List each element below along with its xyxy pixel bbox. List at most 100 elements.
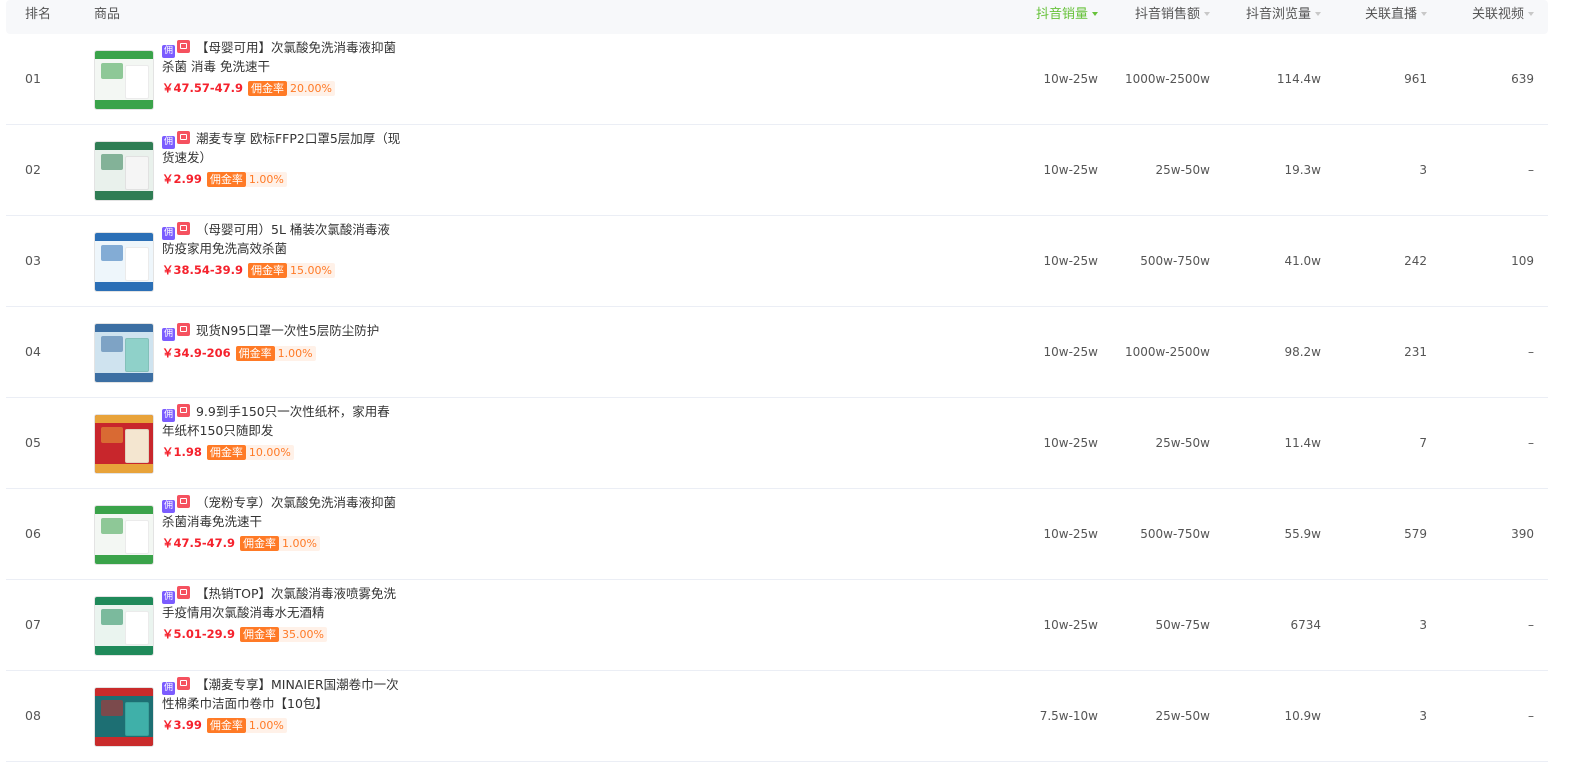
commission-tag-icon: 佣 bbox=[162, 136, 175, 149]
shop-bag-icon bbox=[177, 40, 190, 53]
rank-number: 08 bbox=[25, 708, 41, 723]
table-row[interactable]: 06 佣 （宠粉专享）次氯酸免洗消毒液抑菌 杀菌消毒免洗速干 ￥47.5-47.… bbox=[6, 489, 1548, 580]
commission-rate-value: 15.00% bbox=[287, 263, 335, 278]
column-header-revenue[interactable]: 抖音销售额 bbox=[1116, 0, 1210, 34]
product-price: ￥1.98 bbox=[162, 445, 202, 459]
commission-tag-icon: 佣 bbox=[162, 328, 175, 341]
commission-tag-icon: 佣 bbox=[162, 682, 175, 695]
column-header-rank: 排名 bbox=[25, 7, 52, 22]
commission-rate-value: 10.00% bbox=[245, 445, 294, 460]
video-cell: 390 bbox=[1511, 527, 1534, 541]
product-title: 【母婴可用】次氯酸免洗消毒液抑菌 杀菌 消毒 免洗速干 bbox=[162, 40, 396, 74]
column-header-sales[interactable]: 抖音销量 bbox=[1028, 0, 1098, 34]
commission-rate-label: 佣金率 bbox=[206, 172, 246, 187]
views-cell: 98.2w bbox=[1284, 345, 1321, 359]
product-title-line[interactable]: 佣 潮麦专享 欧标FFP2口罩5层加厚（现货速发） bbox=[162, 130, 402, 167]
sales-cell: 10w-25w bbox=[1043, 436, 1099, 450]
sort-caret-icon bbox=[1528, 11, 1534, 16]
product-title-line[interactable]: 佣 【母婴可用】次氯酸免洗消毒液抑菌 杀菌 消毒 免洗速干 bbox=[162, 39, 402, 76]
live-cell: 242 bbox=[1404, 254, 1427, 268]
video-cell: 109 bbox=[1511, 254, 1534, 268]
live-cell: 3 bbox=[1419, 163, 1427, 177]
product-info: 佣 【母婴可用】次氯酸免洗消毒液抑菌 杀菌 消毒 免洗速干 ￥47.57-47.… bbox=[162, 39, 402, 96]
price-line: ￥1.98 佣金率 10.00% bbox=[162, 444, 402, 460]
column-header-live-label: 关联直播 bbox=[1364, 7, 1417, 22]
sales-cell: 10w-25w bbox=[1043, 618, 1099, 632]
column-header-views[interactable]: 抖音浏览量 bbox=[1226, 0, 1321, 34]
product-title-line[interactable]: 佣 现货N95口罩一次性5层防尘防护 bbox=[162, 322, 402, 341]
rank-number: 05 bbox=[25, 435, 41, 450]
column-header-sales-label: 抖音销量 bbox=[1035, 7, 1088, 22]
sort-caret-icon bbox=[1092, 11, 1098, 16]
table-row[interactable]: 02 佣 潮麦专享 欧标FFP2口罩5层加厚（现货速发） ￥2.99 佣金率 1.0… bbox=[6, 125, 1548, 216]
table-row[interactable]: 07 佣 【热销TOP】次氯酸消毒液喷雾免洗手疫情用次氯酸消毒水无酒精 ￥5.0… bbox=[6, 580, 1548, 671]
rank-number: 04 bbox=[25, 344, 41, 359]
product-thumbnail[interactable] bbox=[94, 596, 154, 656]
product-price: ￥5.01-29.9 bbox=[162, 627, 236, 641]
rank-number: 06 bbox=[25, 526, 41, 541]
price-line: ￥2.99 佣金率 1.00% bbox=[162, 171, 402, 187]
column-header-video[interactable]: 关联视频 bbox=[1446, 0, 1534, 34]
views-cell: 10.9w bbox=[1284, 709, 1321, 723]
table-row[interactable]: 05 佣 9.9到手150只一次性纸杯，家用春年纸杯150只随即发 ￥1.98 佣… bbox=[6, 398, 1548, 489]
product-thumbnail[interactable] bbox=[94, 141, 154, 201]
table-row[interactable]: 08 佣 【潮麦专享】MINAIER国潮卷巾一次性棉柔巾洁面巾卷巾【10包】 ￥… bbox=[6, 671, 1548, 762]
product-price: ￥34.9-206 bbox=[162, 346, 231, 360]
live-cell: 961 bbox=[1404, 72, 1427, 86]
price-line: ￥38.54-39.9 佣金率 15.00% bbox=[162, 262, 402, 278]
revenue-cell: 25w-50w bbox=[1155, 163, 1211, 177]
live-cell: 3 bbox=[1419, 618, 1427, 632]
sort-caret-icon bbox=[1421, 11, 1427, 16]
views-cell: 11.4w bbox=[1284, 436, 1321, 450]
product-thumbnail[interactable] bbox=[94, 50, 154, 110]
commission-rate-label: 佣金率 bbox=[206, 445, 246, 460]
price-line: ￥34.9-206 佣金率 1.00% bbox=[162, 345, 402, 361]
commission-rate-label: 佣金率 bbox=[240, 536, 280, 551]
shop-bag-icon bbox=[177, 323, 190, 336]
video-cell: 639 bbox=[1511, 72, 1534, 86]
commission-rate-label: 佣金率 bbox=[248, 81, 288, 96]
shop-bag-icon bbox=[177, 131, 190, 144]
product-price: ￥38.54-39.9 bbox=[162, 263, 244, 277]
sort-caret-icon bbox=[1204, 11, 1210, 16]
product-title-line[interactable]: 佣 9.9到手150只一次性纸杯，家用春年纸杯150只随即发 bbox=[162, 403, 402, 440]
revenue-cell: 50w-75w bbox=[1155, 618, 1211, 632]
sales-cell: 7.5w-10w bbox=[1039, 709, 1098, 723]
product-thumbnail[interactable] bbox=[94, 505, 154, 565]
product-title-line[interactable]: 佣 （母婴可用）5L 桶装次氯酸消毒液防疫家用免洗高效杀菌 bbox=[162, 221, 402, 258]
commission-rate-value: 35.00% bbox=[279, 627, 327, 642]
video-cell: – bbox=[1528, 436, 1534, 450]
product-title: （宠粉专享）次氯酸免洗消毒液抑菌 杀菌消毒免洗速干 bbox=[162, 495, 396, 529]
product-thumbnail[interactable] bbox=[94, 232, 154, 292]
price-line: ￥3.99 佣金率 1.00% bbox=[162, 717, 402, 733]
product-thumbnail[interactable] bbox=[94, 414, 154, 474]
commission-rate-value: 1.00% bbox=[274, 346, 316, 361]
commission-tag-icon: 佣 bbox=[162, 45, 175, 58]
product-title-line[interactable]: 佣 【潮麦专享】MINAIER国潮卷巾一次性棉柔巾洁面巾卷巾【10包】 bbox=[162, 676, 402, 713]
views-cell: 6734 bbox=[1290, 618, 1321, 632]
product-price: ￥47.5-47.9 bbox=[162, 536, 236, 550]
column-header-goods: 商品 bbox=[94, 7, 121, 22]
product-title-line[interactable]: 佣 （宠粉专享）次氯酸免洗消毒液抑菌 杀菌消毒免洗速干 bbox=[162, 494, 402, 531]
shop-bag-icon bbox=[177, 586, 190, 599]
product-thumbnail[interactable] bbox=[94, 323, 154, 383]
product-thumbnail[interactable] bbox=[94, 687, 154, 747]
sales-cell: 10w-25w bbox=[1043, 254, 1099, 268]
product-title-line[interactable]: 佣 【热销TOP】次氯酸消毒液喷雾免洗手疫情用次氯酸消毒水无酒精 bbox=[162, 585, 402, 622]
product-title: 9.9到手150只一次性纸杯，家用春年纸杯150只随即发 bbox=[162, 404, 390, 438]
table-row[interactable]: 01 佣 【母婴可用】次氯酸免洗消毒液抑菌 杀菌 消毒 免洗速干 ￥47.57-… bbox=[6, 34, 1548, 125]
shop-bag-icon bbox=[177, 404, 190, 417]
rank-number: 07 bbox=[25, 617, 41, 632]
table-row[interactable]: 03 佣 （母婴可用）5L 桶装次氯酸消毒液防疫家用免洗高效杀菌 ￥38.54-… bbox=[6, 216, 1548, 307]
views-cell: 114.4w bbox=[1276, 72, 1321, 86]
commission-tag-icon: 佣 bbox=[162, 591, 175, 604]
revenue-cell: 1000w-2500w bbox=[1124, 72, 1210, 86]
table-body: 01 佣 【母婴可用】次氯酸免洗消毒液抑菌 杀菌 消毒 免洗速干 ￥47.57-… bbox=[6, 34, 1548, 762]
video-cell: – bbox=[1528, 345, 1534, 359]
product-info: 佣 现货N95口罩一次性5层防尘防护 ￥34.9-206 佣金率 1.00% bbox=[162, 322, 402, 361]
sort-caret-icon bbox=[1315, 11, 1321, 16]
product-price: ￥47.57-47.9 bbox=[162, 81, 244, 95]
column-header-live[interactable]: 关联直播 bbox=[1341, 0, 1427, 34]
table-row[interactable]: 04 佣 现货N95口罩一次性5层防尘防护 ￥34.9-206 佣金率 1.00% bbox=[6, 307, 1548, 398]
price-line: ￥47.5-47.9 佣金率 1.00% bbox=[162, 535, 402, 551]
